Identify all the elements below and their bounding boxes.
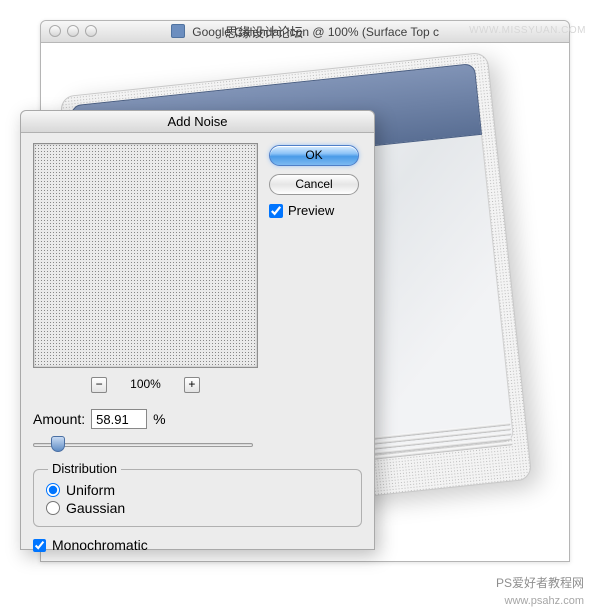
zoom-out-button[interactable]: − bbox=[91, 377, 107, 393]
distribution-legend: Distribution bbox=[48, 461, 121, 476]
amount-slider[interactable] bbox=[33, 435, 253, 453]
distribution-group: Distribution Uniform Gaussian bbox=[33, 469, 362, 527]
gaussian-radio[interactable] bbox=[46, 501, 60, 515]
amount-unit: % bbox=[153, 411, 165, 427]
distribution-uniform-row[interactable]: Uniform bbox=[46, 482, 349, 498]
document-icon bbox=[171, 24, 185, 38]
monochromatic-checkbox[interactable] bbox=[33, 539, 46, 552]
gaussian-label: Gaussian bbox=[66, 500, 125, 516]
preview-label: Preview bbox=[288, 203, 334, 218]
watermark-missyuan: WWW.MISSYUAN.COM bbox=[469, 25, 586, 36]
distribution-gaussian-row[interactable]: Gaussian bbox=[46, 500, 349, 516]
zoom-in-button[interactable]: + bbox=[184, 377, 200, 393]
zoom-controls: − 100% + bbox=[33, 377, 258, 393]
ok-button[interactable]: OK bbox=[269, 145, 359, 166]
cancel-button[interactable]: Cancel bbox=[269, 174, 359, 195]
amount-label: Amount: bbox=[33, 411, 85, 427]
monochromatic-row[interactable]: Monochromatic bbox=[33, 537, 362, 553]
preview-checkbox[interactable] bbox=[269, 204, 283, 218]
slider-thumb[interactable] bbox=[51, 436, 65, 452]
watermark-bottom-url: www.psahz.com bbox=[505, 595, 584, 607]
dialog-title[interactable]: Add Noise bbox=[21, 111, 374, 133]
amount-row: Amount: % bbox=[33, 409, 362, 429]
minimize-icon[interactable] bbox=[67, 25, 79, 37]
zoom-level: 100% bbox=[111, 377, 181, 391]
watermark-center: 思缘设计论坛 bbox=[225, 22, 303, 41]
monochromatic-label: Monochromatic bbox=[52, 537, 148, 553]
preview-checkbox-row[interactable]: Preview bbox=[269, 203, 364, 218]
watermark-bottom-label: PS爱好者教程网 bbox=[496, 574, 584, 591]
close-icon[interactable] bbox=[49, 25, 61, 37]
slider-track bbox=[33, 443, 253, 447]
dialog-button-column: OK Cancel Preview bbox=[269, 145, 364, 218]
noise-pattern bbox=[34, 144, 257, 367]
add-noise-dialog: Add Noise OK Cancel Preview − 100% + Amo… bbox=[20, 110, 375, 550]
noise-preview[interactable] bbox=[33, 143, 258, 368]
uniform-label: Uniform bbox=[66, 482, 115, 498]
window-controls bbox=[49, 25, 97, 37]
uniform-radio[interactable] bbox=[46, 483, 60, 497]
zoom-icon[interactable] bbox=[85, 25, 97, 37]
amount-field[interactable] bbox=[91, 409, 147, 429]
